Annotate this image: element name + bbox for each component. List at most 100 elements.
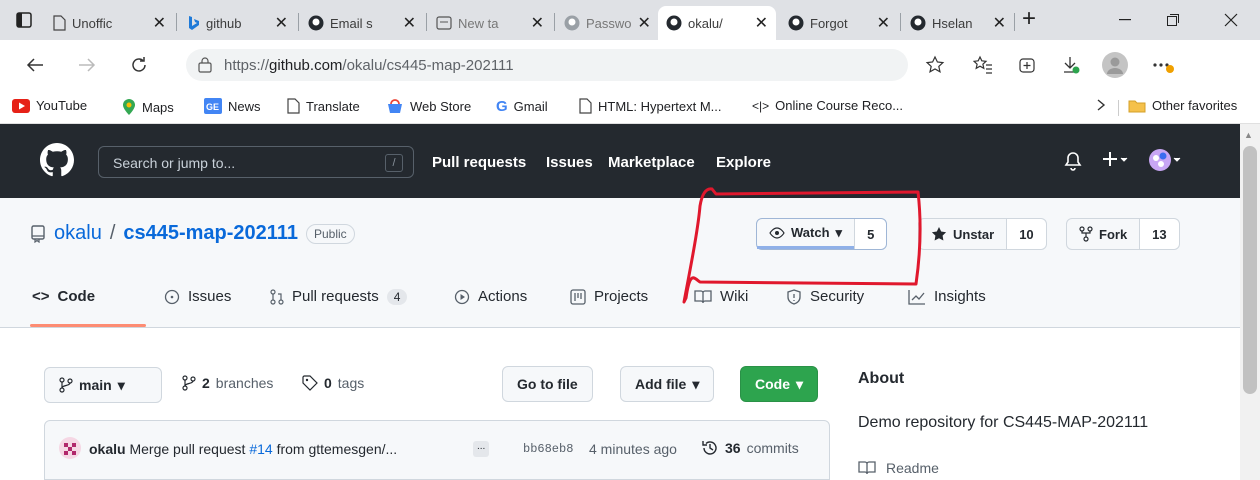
about-heading: About bbox=[858, 370, 905, 387]
visibility-badge: Public bbox=[305, 223, 355, 244]
tab-actions-icon[interactable] bbox=[16, 12, 32, 28]
fork-count[interactable]: 13 bbox=[1139, 219, 1179, 249]
create-new-plus-icon[interactable] bbox=[1102, 150, 1130, 170]
favorite-star-icon[interactable] bbox=[920, 50, 950, 80]
tab-2[interactable]: github ✕ bbox=[178, 6, 296, 40]
svg-text:GE: GE bbox=[206, 102, 219, 112]
bookmark-web-store[interactable]: Web Store bbox=[386, 98, 471, 114]
commit-author[interactable]: okalu bbox=[89, 441, 126, 457]
add-file-button[interactable]: Add file ▾ bbox=[620, 366, 715, 402]
branches-link[interactable]: 2 branches bbox=[182, 375, 273, 391]
bookmark-html[interactable]: HTML: Hypertext M... bbox=[578, 98, 722, 114]
new-tab-button[interactable]: + bbox=[1022, 7, 1036, 31]
forward-button[interactable] bbox=[72, 50, 102, 80]
repo-owner-link[interactable]: okalu bbox=[54, 222, 102, 245]
restore-button[interactable] bbox=[1150, 0, 1196, 40]
tab-insights[interactable]: Insights bbox=[908, 288, 986, 305]
user-avatar[interactable] bbox=[1148, 148, 1184, 172]
bookmark-online-course[interactable]: <|> Online Course Reco... bbox=[752, 98, 903, 113]
tab-pull-requests[interactable]: Pull requests 4 bbox=[270, 288, 408, 305]
readme-link[interactable]: Readme bbox=[858, 460, 939, 476]
tab-8[interactable]: Hselan ✕ bbox=[902, 6, 1014, 40]
more-menu-icon[interactable] bbox=[1148, 50, 1178, 80]
unstar-button[interactable]: Unstar 10 bbox=[918, 218, 1047, 250]
branch-select[interactable]: main ▾ bbox=[44, 367, 162, 403]
tab-security[interactable]: Security bbox=[786, 288, 864, 305]
scrollbar-thumb[interactable] bbox=[1243, 146, 1257, 394]
favorites-icon[interactable] bbox=[968, 50, 998, 80]
url-text: https://github.com/okalu/cs445-map-20211… bbox=[224, 57, 514, 74]
tab-code[interactable]: <> Code bbox=[32, 288, 95, 305]
tab-3[interactable]: Email s ✕ bbox=[300, 6, 424, 40]
nav-explore[interactable]: Explore bbox=[716, 154, 771, 171]
bookmark-youtube[interactable]: YouTube bbox=[12, 98, 87, 113]
tab-actions[interactable]: Actions bbox=[454, 288, 527, 305]
commits-link[interactable]: 36 commits bbox=[701, 439, 799, 457]
close-window-button[interactable] bbox=[1208, 0, 1254, 40]
page-icon bbox=[286, 98, 300, 114]
tab-1[interactable]: Unoffic ✕ bbox=[44, 6, 174, 40]
profile-avatar[interactable] bbox=[1100, 50, 1130, 80]
issue-icon bbox=[164, 289, 180, 305]
other-favorites[interactable]: Other favorites bbox=[1128, 98, 1237, 113]
go-to-file-button[interactable]: Go to file bbox=[502, 366, 593, 402]
close-icon[interactable]: ✕ bbox=[877, 13, 890, 33]
github-icon bbox=[910, 15, 926, 31]
star-filled-icon bbox=[931, 226, 947, 242]
bookmark-news[interactable]: GE News bbox=[204, 98, 261, 114]
bookmark-gmail[interactable]: G Gmail bbox=[496, 98, 548, 115]
repo-name-link[interactable]: cs445-map-202111 bbox=[123, 222, 298, 245]
download-icon[interactable] bbox=[1056, 50, 1086, 80]
web-store-icon bbox=[386, 98, 404, 114]
page-scrollbar[interactable]: ▲ bbox=[1240, 124, 1260, 480]
close-icon[interactable]: ✕ bbox=[275, 13, 288, 33]
tab-7[interactable]: Forgot ✕ bbox=[780, 6, 898, 40]
bing-icon bbox=[186, 15, 200, 31]
bookmark-maps[interactable]: Maps bbox=[122, 98, 174, 116]
close-icon[interactable]: ✕ bbox=[153, 13, 166, 33]
address-bar[interactable]: https://github.com/okalu/cs445-map-20211… bbox=[186, 49, 908, 81]
close-icon[interactable]: ✕ bbox=[993, 13, 1006, 33]
collections-icon[interactable] bbox=[1012, 50, 1042, 80]
star-count[interactable]: 10 bbox=[1006, 219, 1046, 249]
nav-marketplace[interactable]: Marketplace bbox=[608, 154, 695, 171]
commit-sha[interactable]: bb68eb8 bbox=[523, 442, 573, 456]
close-icon[interactable]: ✕ bbox=[531, 13, 544, 33]
commit-time[interactable]: 4 minutes ago bbox=[589, 441, 677, 457]
close-icon[interactable]: ✕ bbox=[403, 13, 416, 33]
github-logo-icon[interactable] bbox=[40, 143, 74, 177]
tab-issues[interactable]: Issues bbox=[164, 288, 231, 305]
tags-link[interactable]: 0 tags bbox=[302, 375, 364, 391]
tab-6-active[interactable]: okalu/ ✕ bbox=[658, 6, 776, 40]
minimize-button[interactable] bbox=[1102, 0, 1148, 40]
expand-commit-button[interactable]: ... bbox=[473, 441, 490, 457]
active-tab-indicator bbox=[30, 324, 146, 327]
tab-wiki[interactable]: Wiki bbox=[694, 288, 748, 305]
tab-4[interactable]: New ta ✕ bbox=[428, 6, 552, 40]
bookmarks-overflow-chevron-icon[interactable] bbox=[1096, 98, 1106, 112]
scroll-up-icon[interactable]: ▲ bbox=[1244, 130, 1253, 140]
tab-5[interactable]: Passwo ✕ bbox=[556, 6, 656, 40]
back-button[interactable] bbox=[20, 50, 50, 80]
close-icon[interactable]: ✕ bbox=[638, 13, 651, 33]
watch-button[interactable]: Watch ▾ 5 bbox=[756, 218, 888, 250]
projects-icon bbox=[570, 288, 586, 305]
refresh-button[interactable] bbox=[124, 50, 154, 80]
fork-button[interactable]: Fork 13 bbox=[1066, 218, 1180, 250]
nav-issues[interactable]: Issues bbox=[546, 154, 593, 171]
nav-pull-requests[interactable]: Pull requests bbox=[432, 154, 526, 171]
tab-title: Unoffic bbox=[72, 15, 113, 31]
bookmark-translate[interactable]: Translate bbox=[286, 98, 360, 114]
repo-icon bbox=[30, 224, 46, 243]
watch-count[interactable]: 5 bbox=[854, 219, 887, 249]
tab-projects[interactable]: Projects bbox=[570, 288, 648, 305]
avatar[interactable] bbox=[59, 437, 81, 459]
book-icon bbox=[858, 460, 876, 476]
search-input[interactable]: Search or jump to... / bbox=[98, 146, 414, 178]
pull-request-icon bbox=[270, 288, 284, 305]
lock-icon[interactable] bbox=[198, 57, 212, 73]
code-button[interactable]: Code ▾ bbox=[740, 366, 819, 402]
bell-icon[interactable] bbox=[1064, 151, 1082, 171]
book-icon bbox=[694, 289, 712, 305]
close-icon[interactable]: ✕ bbox=[755, 13, 768, 33]
